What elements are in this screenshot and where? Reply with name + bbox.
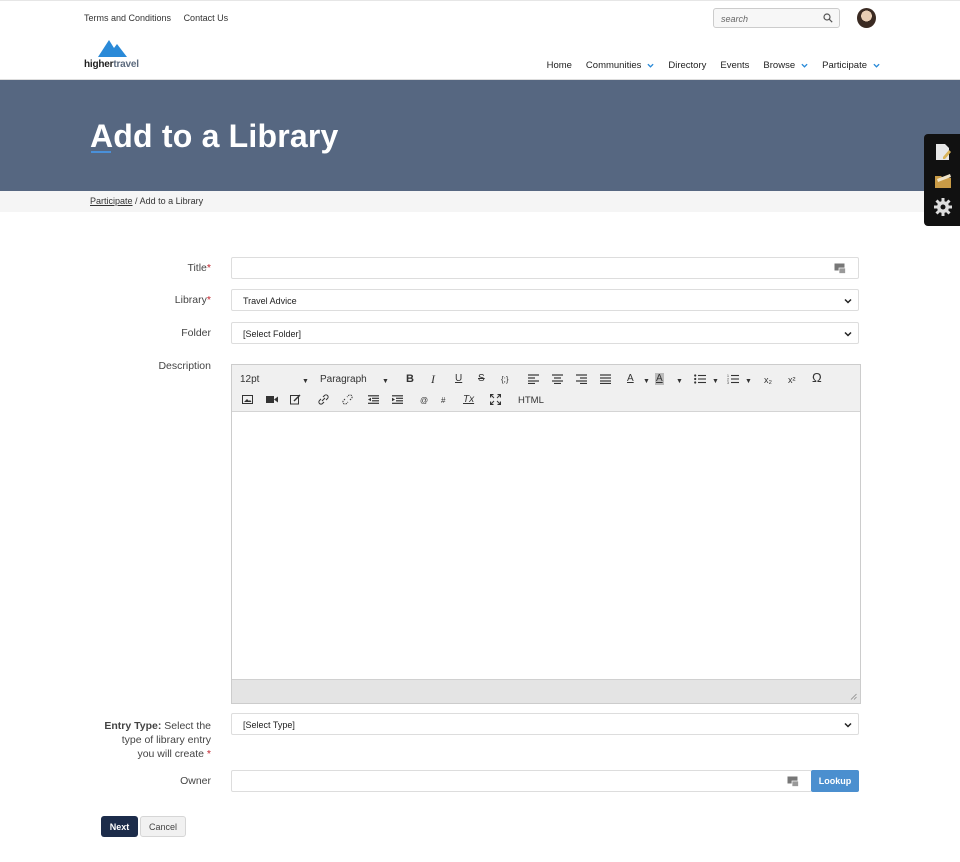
main-nav: Home Communities Directory Events Browse… [533, 60, 880, 71]
entry-type-value: [Select Type] [243, 720, 295, 730]
owner-field[interactable] [231, 770, 812, 792]
bullet-list-icon[interactable] [694, 374, 706, 384]
side-toolbar [924, 134, 960, 226]
logo-mountain-icon [98, 40, 127, 57]
chevron-down-icon [844, 298, 852, 304]
description-editor: 12pt ▼ Paragraph ▼ B I U S {;} A ▼ A ▼ ▼… [231, 364, 861, 704]
keyboard-icon[interactable] [834, 263, 846, 274]
nav-participate[interactable]: Participate [822, 60, 880, 71]
anchor-button[interactable]: @ [420, 395, 428, 407]
search-box [713, 8, 840, 28]
outdent-icon[interactable] [368, 395, 379, 404]
breadcrumb: Participate / Add to a Library [90, 196, 203, 206]
nav-browse[interactable]: Browse [763, 60, 808, 71]
entry-type-select[interactable]: [Select Type] [231, 713, 859, 735]
search-input[interactable] [714, 10, 814, 28]
cancel-button[interactable]: Cancel [140, 816, 186, 837]
edit-icon[interactable] [290, 394, 301, 405]
resize-grip-icon[interactable] [850, 693, 857, 700]
owner-input[interactable] [232, 771, 811, 791]
folder-value: [Select Folder] [243, 329, 302, 339]
library-value: Travel Advice [243, 296, 297, 306]
fullscreen-icon[interactable] [490, 394, 501, 405]
caret-down-icon[interactable]: ▼ [382, 376, 389, 388]
font-size-select[interactable]: 12pt [240, 374, 259, 386]
utility-links: Terms and Conditions Contact Us [84, 13, 238, 23]
special-character-button[interactable]: Ω [812, 371, 822, 384]
title-input[interactable] [232, 258, 858, 278]
clear-formatting-button[interactable]: Tx [463, 394, 474, 406]
chevron-down-icon [844, 722, 852, 728]
hashtag-button[interactable]: # [441, 395, 445, 407]
caret-down-icon[interactable]: ▼ [676, 376, 683, 388]
link-icon[interactable] [318, 394, 329, 405]
page-title: Add to a Library [90, 118, 339, 154]
utility-bar: Terms and Conditions Contact Us [0, 0, 960, 34]
align-left-icon[interactable] [528, 374, 539, 384]
lookup-button[interactable]: Lookup [811, 770, 859, 792]
align-center-icon[interactable] [552, 374, 563, 384]
user-avatar[interactable] [857, 8, 876, 28]
folder-icon[interactable] [933, 170, 953, 190]
align-right-icon[interactable] [576, 374, 587, 384]
chevron-down-icon [844, 331, 852, 337]
title-field[interactable] [231, 257, 859, 279]
edit-page-icon[interactable] [933, 142, 953, 162]
nav-home[interactable]: Home [547, 60, 572, 71]
breadcrumb-participate[interactable]: Participate [90, 196, 133, 206]
keyboard-icon[interactable] [787, 776, 799, 787]
superscript-button[interactable]: x² [788, 374, 796, 386]
owner-label: Owner [180, 775, 211, 787]
code-button[interactable]: {;} [501, 374, 509, 386]
editor-toolbar: 12pt ▼ Paragraph ▼ B I U S {;} A ▼ A ▼ ▼… [232, 365, 860, 412]
svg-text:3: 3 [727, 381, 729, 384]
bold-button[interactable]: B [406, 373, 414, 385]
logo[interactable]: highertravel [84, 38, 144, 72]
gear-icon[interactable] [933, 197, 953, 217]
text-color-button[interactable]: A [627, 373, 634, 385]
image-icon[interactable] [242, 395, 253, 404]
editor-content-area[interactable] [232, 412, 860, 679]
nav-communities[interactable]: Communities [586, 60, 654, 71]
chevron-down-icon [873, 63, 880, 68]
italic-button[interactable]: I [431, 373, 435, 385]
background-color-button[interactable]: A [655, 373, 664, 385]
html-button[interactable]: HTML [518, 395, 544, 407]
library-select[interactable]: Travel Advice [231, 289, 859, 311]
description-label: Description [158, 360, 211, 372]
terms-link[interactable]: Terms and Conditions [84, 13, 171, 23]
caret-down-icon[interactable]: ▼ [712, 376, 719, 388]
folder-select[interactable]: [Select Folder] [231, 322, 859, 344]
chevron-down-icon [647, 63, 654, 68]
library-label: Library* [174, 294, 211, 306]
search-icon[interactable] [823, 13, 833, 23]
title-label: Title* [187, 262, 211, 274]
video-icon[interactable] [266, 395, 278, 404]
nav-events[interactable]: Events [720, 60, 749, 71]
caret-down-icon[interactable]: ▼ [643, 376, 650, 388]
unlink-icon[interactable] [342, 394, 353, 405]
nav-directory[interactable]: Directory [668, 60, 706, 71]
subscript-button[interactable]: x₂ [764, 374, 772, 386]
next-button[interactable]: Next [101, 816, 138, 837]
indent-icon[interactable] [392, 395, 403, 404]
breadcrumb-separator: / [135, 196, 138, 206]
folder-label: Folder [181, 327, 211, 339]
strikethrough-button[interactable]: S [478, 373, 485, 385]
chevron-down-icon [801, 63, 808, 68]
contact-link[interactable]: Contact Us [184, 13, 229, 23]
numbered-list-icon[interactable]: 123 [727, 374, 739, 384]
align-justify-icon[interactable] [600, 374, 611, 384]
entry-type-label: Entry Type: Select the type of library e… [104, 720, 211, 760]
format-select[interactable]: Paragraph [320, 374, 367, 386]
caret-down-icon[interactable]: ▼ [302, 376, 309, 388]
logo-text: highertravel [84, 59, 139, 70]
caret-down-icon[interactable]: ▼ [745, 376, 752, 388]
title-accent [91, 151, 111, 153]
breadcrumb-current: Add to a Library [139, 196, 204, 206]
editor-status-bar [232, 679, 860, 703]
underline-button[interactable]: U [455, 373, 462, 385]
